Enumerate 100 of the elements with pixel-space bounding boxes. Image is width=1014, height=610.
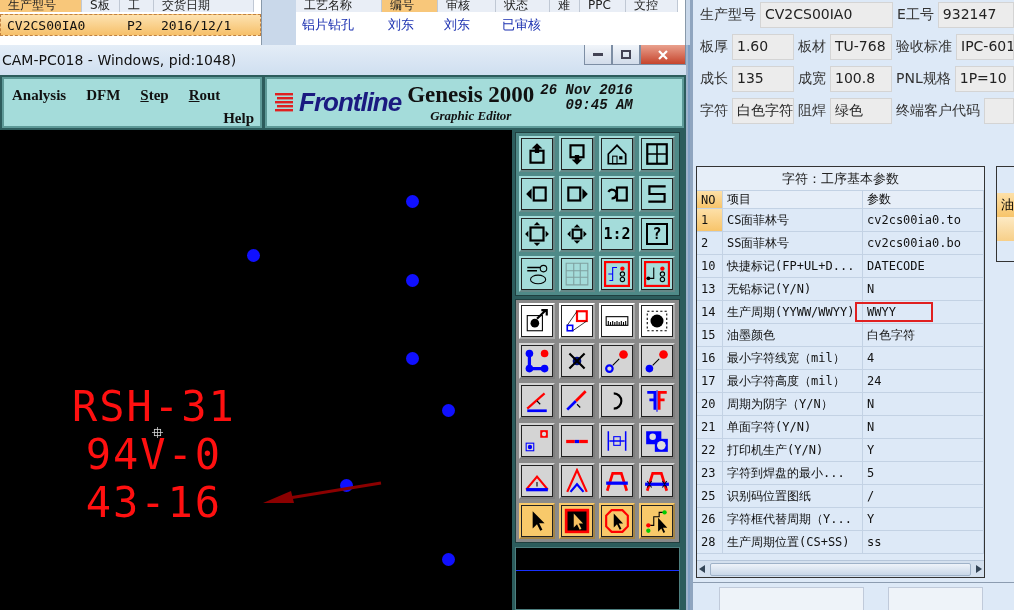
tool-button[interactable] bbox=[559, 463, 595, 499]
tool-button[interactable] bbox=[519, 503, 555, 539]
table-cell[interactable]: N bbox=[863, 393, 984, 415]
column-header[interactable]: 油 bbox=[997, 193, 1014, 217]
tool-button[interactable] bbox=[519, 343, 555, 379]
tool-button[interactable] bbox=[599, 343, 635, 379]
table-row[interactable]: CV2CS00IA0 P2 2016/12/1 bbox=[0, 14, 261, 36]
tool-button[interactable] bbox=[639, 503, 675, 539]
table-cell[interactable]: N bbox=[863, 416, 984, 438]
tool-button[interactable] bbox=[519, 256, 555, 292]
table-cell[interactable]: cv2cs00ia0.bo bbox=[863, 232, 984, 254]
tool-button[interactable] bbox=[519, 423, 555, 459]
text-field[interactable]: 100.8 bbox=[830, 66, 892, 92]
tool-button[interactable] bbox=[559, 383, 595, 419]
graphic-canvas[interactable]: RSH-31 94V-0 43-16 bbox=[0, 130, 512, 610]
column-header[interactable]: 工艺名称 bbox=[296, 0, 382, 12]
column-header[interactable]: 参数 bbox=[863, 191, 984, 208]
text-field[interactable]: 绿色 bbox=[830, 98, 892, 124]
tool-button[interactable] bbox=[559, 503, 595, 539]
tool-button[interactable] bbox=[599, 176, 635, 212]
text-field[interactable]: 白色字符 bbox=[732, 98, 794, 124]
menu-item[interactable]: Rout bbox=[188, 87, 221, 104]
tool-button[interactable] bbox=[519, 176, 555, 212]
tool-button[interactable] bbox=[639, 176, 675, 212]
column-header[interactable]: NO bbox=[697, 191, 723, 208]
row-number[interactable]: 20 bbox=[697, 393, 723, 415]
text-field[interactable] bbox=[719, 587, 864, 610]
table-cell[interactable]: 4 bbox=[863, 347, 984, 369]
scroll-bar[interactable] bbox=[697, 560, 984, 577]
tool-button[interactable] bbox=[559, 136, 595, 172]
table-cell[interactable]: DATECODE bbox=[863, 255, 984, 277]
text-field[interactable] bbox=[888, 587, 983, 610]
table-cell[interactable]: 24 bbox=[863, 370, 984, 392]
table-cell[interactable]: cv2cs00ia0.to bbox=[863, 209, 984, 231]
tool-button[interactable] bbox=[639, 343, 675, 379]
table-cell[interactable]: / bbox=[863, 485, 984, 507]
table-cell: SS面菲林号 bbox=[723, 232, 863, 254]
row-number[interactable]: 17 bbox=[697, 370, 723, 392]
row-number[interactable]: 14 bbox=[697, 301, 723, 323]
row-number[interactable]: 13 bbox=[697, 278, 723, 300]
row-number[interactable]: 28 bbox=[697, 531, 723, 553]
tool-button[interactable] bbox=[559, 256, 595, 292]
text-field[interactable]: 932147 bbox=[937, 2, 1014, 28]
tool-button[interactable] bbox=[519, 216, 555, 252]
row-number[interactable]: 26 bbox=[697, 508, 723, 530]
tool-button[interactable] bbox=[599, 503, 635, 539]
tool-button[interactable] bbox=[559, 423, 595, 459]
menu-item[interactable]: DFM bbox=[86, 87, 121, 104]
row-number[interactable]: 2 bbox=[697, 232, 723, 254]
tool-button[interactable] bbox=[599, 136, 635, 172]
tool-button[interactable] bbox=[559, 176, 595, 212]
row-number[interactable]: 23 bbox=[697, 462, 723, 484]
text-field[interactable]: TU-768 bbox=[830, 34, 892, 60]
table-cell[interactable]: 5 bbox=[863, 462, 984, 484]
tool-button[interactable] bbox=[519, 136, 555, 172]
column-header[interactable]: PPC bbox=[580, 0, 626, 12]
tool-button[interactable] bbox=[519, 383, 555, 419]
tool-button[interactable] bbox=[599, 256, 635, 292]
menu-item[interactable]: Step bbox=[140, 87, 169, 104]
tool-button[interactable] bbox=[599, 423, 635, 459]
text-field[interactable]: 1.60 bbox=[732, 34, 794, 60]
text-field[interactable]: 1P=10 bbox=[954, 66, 1014, 92]
text-field[interactable]: 135 bbox=[732, 66, 794, 92]
tool-button[interactable] bbox=[639, 136, 675, 172]
row-number[interactable]: 25 bbox=[697, 485, 723, 507]
text-field[interactable] bbox=[984, 98, 1014, 124]
row-number[interactable]: 21 bbox=[697, 416, 723, 438]
table-cell[interactable]: Y bbox=[863, 439, 984, 461]
maximize-button[interactable] bbox=[612, 45, 640, 65]
tool-button[interactable] bbox=[639, 423, 675, 459]
menu-item[interactable]: Help bbox=[223, 110, 254, 127]
table-cell[interactable]: N bbox=[863, 278, 984, 300]
minimize-button[interactable] bbox=[584, 45, 612, 65]
text-field[interactable]: CV2CS00IA0 bbox=[760, 2, 893, 28]
row-number[interactable]: 15 bbox=[697, 324, 723, 346]
tool-button[interactable] bbox=[559, 343, 595, 379]
tool-button[interactable] bbox=[639, 383, 675, 419]
row-number[interactable]: 16 bbox=[697, 347, 723, 369]
tool-button[interactable]: ? bbox=[639, 216, 675, 252]
tool-button[interactable] bbox=[519, 463, 555, 499]
column-header[interactable]: 项目 bbox=[723, 191, 863, 208]
tool-button[interactable] bbox=[559, 216, 595, 252]
row-number[interactable]: 10 bbox=[697, 255, 723, 277]
tool-button[interactable] bbox=[639, 256, 675, 292]
menu-item[interactable]: Analysis bbox=[12, 87, 67, 104]
tool-button[interactable]: 1:2 bbox=[599, 216, 635, 252]
column-header[interactable]: S板 bbox=[82, 0, 120, 12]
close-button[interactable] bbox=[640, 45, 686, 65]
row-number[interactable]: 1 bbox=[697, 209, 723, 231]
table-cell[interactable]: ss bbox=[863, 531, 984, 553]
tool-button[interactable] bbox=[639, 463, 675, 499]
table-cell[interactable]: 白色字符 bbox=[863, 324, 984, 346]
tool-button[interactable] bbox=[599, 383, 635, 419]
text-field[interactable]: IPC-601 bbox=[956, 34, 1014, 60]
column-header[interactable]: 工 bbox=[120, 0, 154, 12]
column-header[interactable]: 难 bbox=[550, 0, 580, 12]
tool-button[interactable] bbox=[599, 463, 635, 499]
table-cell[interactable]: WWYY bbox=[863, 301, 984, 323]
row-number[interactable]: 22 bbox=[697, 439, 723, 461]
table-cell[interactable]: Y bbox=[863, 508, 984, 530]
